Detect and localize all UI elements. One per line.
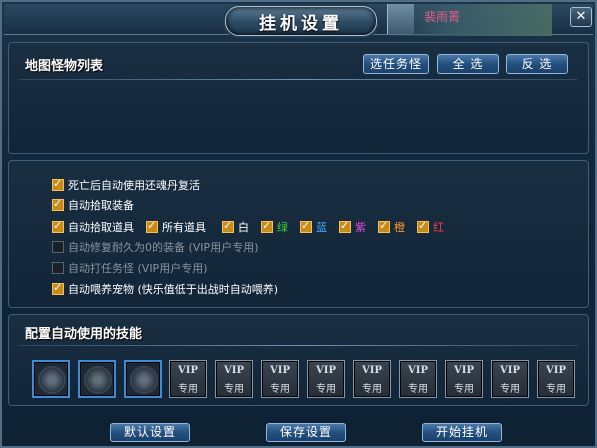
skill-slot-vip-locked: VIP 专用: [307, 360, 345, 398]
skill-slot-vip-locked: VIP 专用: [169, 360, 207, 398]
skill-slot-vip-locked: VIP 专用: [537, 360, 575, 398]
item-filter-label: 所有道具: [162, 221, 206, 234]
monster-list-title: 地图怪物列表: [25, 59, 104, 74]
vip-only-label: 专用: [362, 384, 382, 395]
option-toggle: 自动打任务怪 (VIP用户专用): [52, 260, 207, 276]
vip-only-label: 专用: [408, 384, 428, 395]
vip-label: VIP: [408, 365, 428, 376]
item-filter-checkbox[interactable]: [339, 219, 351, 233]
skill-slot-vip-locked: VIP 专用: [353, 360, 391, 398]
item-filter-toggle[interactable]: 红: [417, 219, 444, 235]
skill-emblem-icon: [40, 368, 64, 392]
item-filter-checkbox[interactable]: [300, 219, 312, 233]
vip-label: VIP: [316, 365, 336, 376]
option-checkbox: [52, 241, 64, 253]
option-row: 自动修复耐久为0的装备 (VIP用户专用): [52, 239, 270, 255]
item-filter-toggle[interactable]: 所有道具: [146, 219, 206, 235]
item-filter-checkbox[interactable]: [222, 219, 234, 233]
item-filter-label: 白: [238, 221, 249, 234]
vip-label: VIP: [178, 365, 198, 376]
vip-only-label: 专用: [316, 384, 336, 395]
divider: [19, 345, 578, 346]
option-toggle: 自动修复耐久为0的装备 (VIP用户专用): [52, 239, 258, 255]
vip-only-label: 专用: [546, 384, 566, 395]
skill-slot-vip-locked: VIP 专用: [491, 360, 529, 398]
item-filter-toggle[interactable]: 蓝: [300, 219, 327, 235]
skill-emblem-icon: [86, 368, 110, 392]
skill-slot-empty[interactable]: [32, 360, 70, 398]
save-settings-button[interactable]: 保存设置: [266, 423, 346, 442]
option-row: 自动喂养宠物 (快乐值低于出战时自动喂养): [52, 281, 290, 297]
skill-slot-vip-locked: VIP 专用: [261, 360, 299, 398]
option-label: 自动打任务怪 (VIP用户专用): [68, 262, 208, 275]
option-label: 自动喂养宠物 (快乐值低于出战时自动喂养): [68, 283, 279, 296]
item-filter-checkbox[interactable]: [417, 219, 429, 233]
option-toggle[interactable]: 自动拾取道具: [52, 219, 134, 235]
option-toggle[interactable]: 自动喂养宠物 (快乐值低于出战时自动喂养): [52, 281, 278, 297]
skill-slot-empty[interactable]: [124, 360, 162, 398]
option-label: 自动拾取装备: [68, 199, 134, 212]
scene-player-name: 裴雨菁: [424, 10, 461, 24]
option-checkbox[interactable]: [52, 177, 64, 191]
item-filter-label: 红: [433, 221, 444, 234]
default-settings-button[interactable]: 默认设置: [110, 423, 190, 442]
skill-slot-vip-locked: VIP 专用: [445, 360, 483, 398]
option-checkbox: [52, 262, 64, 274]
item-filter-toggle[interactable]: 橙: [378, 219, 405, 235]
item-filter-label: 紫: [355, 221, 366, 234]
option-label: 自动拾取道具: [68, 221, 134, 234]
option-checkbox[interactable]: [52, 281, 64, 295]
option-row: 死亡后自动使用还魂丹复活: [52, 177, 212, 193]
invert-selection-button[interactable]: 反 选: [506, 54, 568, 74]
vip-only-label: 专用: [178, 384, 198, 395]
skill-slot-empty[interactable]: [78, 360, 116, 398]
close-button[interactable]: ✕: [570, 7, 592, 27]
item-filter-checkbox[interactable]: [261, 219, 273, 233]
vip-only-label: 专用: [270, 384, 290, 395]
start-autoplay-button[interactable]: 开始挂机: [422, 423, 502, 442]
option-label: 自动修复耐久为0的装备 (VIP用户专用): [68, 241, 259, 254]
option-toggle[interactable]: 自动拾取装备: [52, 197, 134, 213]
option-label: 死亡后自动使用还魂丹复活: [68, 179, 200, 192]
settings-window: 裴雨菁 挂机设置 ✕ 地图怪物列表 选任务怪 全 选 反 选 死亡后自动使用还魂…: [0, 0, 597, 448]
item-filter-checkbox[interactable]: [146, 219, 158, 233]
select-all-button[interactable]: 全 选: [437, 54, 499, 74]
option-checkbox[interactable]: [52, 219, 64, 233]
item-filter-toggle[interactable]: 白: [222, 219, 249, 235]
window-title: 挂机设置: [225, 6, 377, 36]
select-task-monsters-button[interactable]: 选任务怪: [363, 54, 429, 74]
skills-title: 配置自动使用的技能: [25, 327, 143, 342]
item-filter-label: 绿: [277, 221, 288, 234]
vip-only-label: 专用: [454, 384, 474, 395]
vip-label: VIP: [362, 365, 382, 376]
scene-pillar-icon: [387, 4, 414, 34]
vip-label: VIP: [270, 365, 290, 376]
option-toggle[interactable]: 死亡后自动使用还魂丹复活: [52, 177, 200, 193]
item-filter-label: 蓝: [316, 221, 327, 234]
vip-label: VIP: [546, 365, 566, 376]
option-row: 自动打任务怪 (VIP用户专用): [52, 260, 219, 276]
option-row: 自动拾取装备: [52, 197, 146, 213]
item-filter-label: 橙: [394, 221, 405, 234]
option-checkbox[interactable]: [52, 197, 64, 211]
divider: [19, 79, 578, 80]
vip-label: VIP: [454, 365, 474, 376]
item-filter-toggle[interactable]: 绿: [261, 219, 288, 235]
skill-slot-vip-locked: VIP 专用: [399, 360, 437, 398]
skill-emblem-icon: [132, 368, 156, 392]
vip-label: VIP: [224, 365, 244, 376]
item-filter-checkbox[interactable]: [378, 219, 390, 233]
option-row: 自动拾取道具 所有道具 白 绿 蓝 紫 橙 红: [52, 219, 456, 235]
vip-only-label: 专用: [224, 384, 244, 395]
monster-list[interactable]: [19, 83, 578, 145]
vip-only-label: 专用: [500, 384, 520, 395]
skill-slot-vip-locked: VIP 专用: [215, 360, 253, 398]
vip-label: VIP: [500, 365, 520, 376]
item-filter-toggle[interactable]: 紫: [339, 219, 366, 235]
monster-list-panel: 地图怪物列表 选任务怪 全 选 反 选: [8, 42, 589, 154]
